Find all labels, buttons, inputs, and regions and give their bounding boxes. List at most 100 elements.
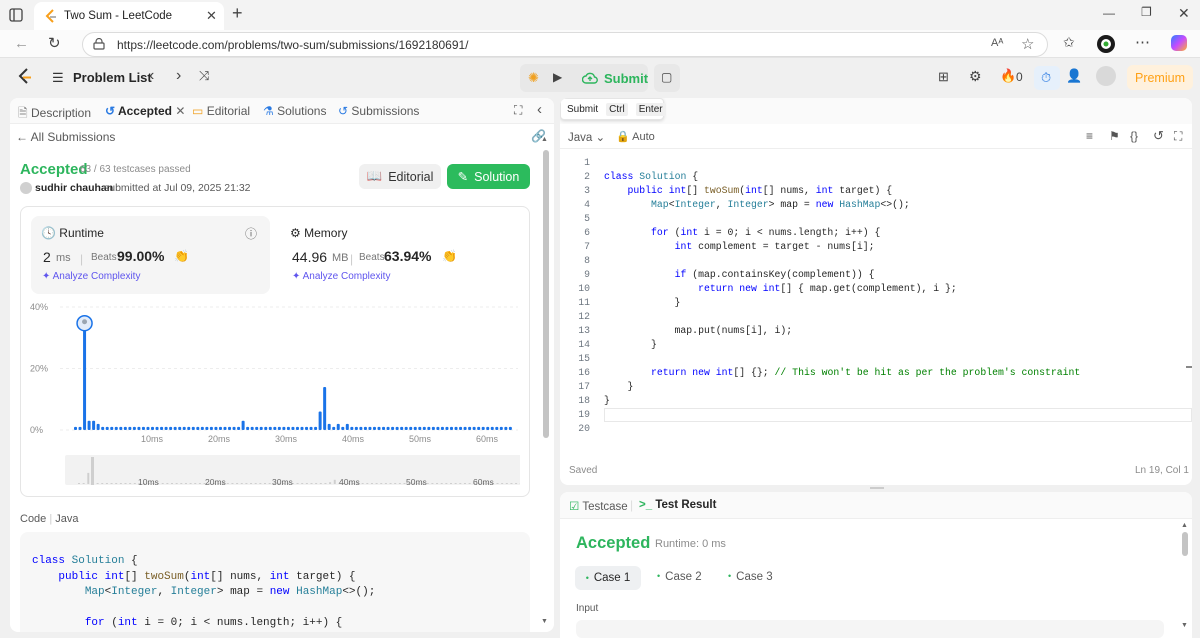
code-line[interactable]: return new int[] { map.get(complement), … <box>604 282 1164 296</box>
code-line[interactable] <box>604 156 1164 170</box>
tab-accepted[interactable]: ↺ Accepted ✕ <box>105 104 185 118</box>
shuffle-icon[interactable]: ⤨ <box>199 68 209 84</box>
code-line[interactable]: } <box>604 380 1164 394</box>
favorite-star-icon[interactable]: ☆ <box>1021 35 1034 53</box>
code-line[interactable]: } <box>604 296 1164 310</box>
debug-icon[interactable]: ✺ <box>528 70 539 86</box>
case-3-tab[interactable]: • Case 3 <box>728 571 773 583</box>
restore-icon[interactable]: ❐ <box>1141 5 1152 19</box>
histogram-bar <box>273 426 277 430</box>
minimap-bar <box>91 483 94 484</box>
line-number: 4 <box>584 199 590 210</box>
minimap-bar <box>496 483 499 484</box>
resize-handle[interactable] <box>870 487 884 489</box>
result-scroll-up-icon[interactable]: ▲ <box>1181 522 1188 529</box>
auto-mode[interactable]: 🔒 Auto <box>616 130 655 143</box>
case-1-tab[interactable]: • Case 1 <box>575 566 641 590</box>
minimize-icon[interactable]: — <box>1103 6 1115 20</box>
code-line[interactable]: map.put(nums[i], i); <box>604 324 1164 338</box>
code-preview-line: class Solution { <box>32 555 138 567</box>
scroll-up-icon[interactable]: ▲ <box>541 136 548 143</box>
notes-button[interactable]: ▢ <box>654 64 680 92</box>
scroll-down-icon[interactable]: ▼ <box>541 618 548 625</box>
left-scrollbar-thumb[interactable] <box>543 150 549 438</box>
avatar[interactable] <box>1096 66 1116 86</box>
code-line[interactable] <box>604 212 1164 226</box>
minimap-bar <box>184 483 187 484</box>
tab-testcase[interactable]: ☑ Testcase <box>569 499 628 513</box>
code-line[interactable]: } <box>604 394 1164 408</box>
extension-icon[interactable] <box>1096 34 1116 54</box>
tab-description[interactable]: 🗎 Description <box>18 104 91 125</box>
close-tab-icon[interactable]: ✕ <box>206 8 217 24</box>
code-line[interactable]: public int[] twoSum(int[] nums, int targ… <box>604 184 1164 198</box>
code-line[interactable]: return new int[] {}; // This won't be hi… <box>604 366 1164 380</box>
run-icon[interactable]: ▶ <box>553 70 562 84</box>
analyze-runtime-link[interactable]: ✦ Analyze Complexity <box>42 271 140 282</box>
histogram-bar <box>160 426 164 430</box>
premium-button[interactable]: Premium <box>1127 65 1193 90</box>
braces-icon[interactable]: {} <box>1130 129 1138 143</box>
result-scroll-down-icon[interactable]: ▼ <box>1181 622 1188 629</box>
code-line[interactable]: Map<Integer, Integer> map = new HashMap<… <box>604 198 1164 212</box>
layout-icon[interactable]: ⊞ <box>938 69 949 85</box>
window-close-icon[interactable]: ✕ <box>1178 5 1190 22</box>
sidebar-toggle-icon[interactable] <box>8 7 24 23</box>
info-icon[interactable]: ⓘ <box>245 225 257 242</box>
tab-solutions[interactable]: ⚗ Solutions <box>263 104 326 118</box>
solution-button[interactable]: ✎ Solution <box>447 164 530 189</box>
language-select[interactable]: Java ⌄ <box>568 130 605 144</box>
fullscreen-icon[interactable]: ⛶ <box>1174 129 1182 144</box>
code-line[interactable]: int complement = target - nums[i]; <box>604 240 1164 254</box>
code-line[interactable] <box>604 310 1164 324</box>
code-line[interactable]: for (int i = 0; i < nums.length; i++) { <box>604 226 1164 240</box>
code-line[interactable]: if (map.containsKey(complement)) { <box>604 268 1164 282</box>
prev-problem-icon[interactable]: ‹ <box>149 67 154 85</box>
url-field[interactable]: https://leetcode.com/problems/two-sum/su… <box>82 32 1048 57</box>
all-submissions-link[interactable]: ← All Submissions <box>16 130 115 144</box>
more-menu-icon[interactable]: ⋯ <box>1135 33 1151 51</box>
tab-editorial[interactable]: ▭ Editorial <box>192 104 250 118</box>
read-aloud-icon[interactable]: Aᴬ <box>991 37 1003 49</box>
leetcode-logo-icon[interactable] <box>17 68 33 86</box>
tab-submissions[interactable]: ↺ Submissions <box>338 104 419 118</box>
code-line[interactable]: class Solution { <box>604 170 1164 184</box>
collapse-icon[interactable]: ‹ <box>537 101 542 118</box>
line-number: 16 <box>578 367 590 378</box>
problem-list-link[interactable]: Problem List <box>73 70 152 85</box>
add-user-icon[interactable]: 👤 <box>1066 68 1082 84</box>
new-tab-icon[interactable]: + <box>232 3 243 24</box>
runtime-card[interactable]: 🕓 Runtime ⓘ 2 ms | Beats 99.00% 👏 ✦ Anal… <box>31 216 270 294</box>
line-number: 18 <box>578 395 590 406</box>
code-line[interactable] <box>604 254 1164 268</box>
timer-button[interactable]: ⏱ <box>1034 66 1060 90</box>
favorites-icon[interactable]: ✩ <box>1063 34 1075 51</box>
code-line[interactable]: } <box>604 338 1164 352</box>
y-tick-label: 40% <box>30 302 48 312</box>
code-line[interactable] <box>604 422 1164 436</box>
expand-icon[interactable]: ⛶ <box>514 103 522 118</box>
copilot-icon[interactable] <box>1170 34 1188 52</box>
analyze-memory-link[interactable]: ✦ Analyze Complexity <box>292 271 390 282</box>
result-scrollbar-thumb[interactable] <box>1182 532 1188 556</box>
reload-icon[interactable]: ↻ <box>48 34 61 52</box>
submitter-name[interactable]: sudhir chauhan <box>35 182 113 194</box>
memory-card[interactable]: ⚙ Memory 44.96 MB | Beats 63.94% 👏 ✦ Ana… <box>282 216 522 294</box>
format-icon[interactable]: ≡ <box>1086 129 1093 143</box>
back-icon[interactable]: ← <box>14 35 29 52</box>
settings-gear-icon[interactable]: ⚙ <box>969 68 982 85</box>
browser-tab[interactable]: Two Sum - LeetCode ✕ <box>34 2 224 30</box>
runtime-distribution-chart[interactable]: 40% 20% 0% 10ms 20ms 30ms 40ms 50ms 60ms 10ms 20ms… <box>30 298 520 488</box>
next-problem-icon[interactable]: › <box>176 67 181 85</box>
code-line[interactable] <box>604 352 1164 366</box>
editorial-button[interactable]: 📖 Editorial <box>359 164 441 189</box>
code-line[interactable] <box>604 408 1164 422</box>
reset-icon[interactable]: ↺ <box>1153 128 1164 144</box>
minimap-bar <box>115 483 118 484</box>
bookmark-icon[interactable]: ⚑ <box>1109 129 1120 143</box>
site-info-icon[interactable] <box>93 38 105 50</box>
code-editor[interactable]: class Solution { public int[] twoSum(int… <box>604 156 1164 436</box>
case-2-tab[interactable]: • Case 2 <box>657 571 702 583</box>
submit-button[interactable]: Submit <box>576 64 648 92</box>
tab-test-result[interactable]: >_ Test Result <box>639 499 716 511</box>
